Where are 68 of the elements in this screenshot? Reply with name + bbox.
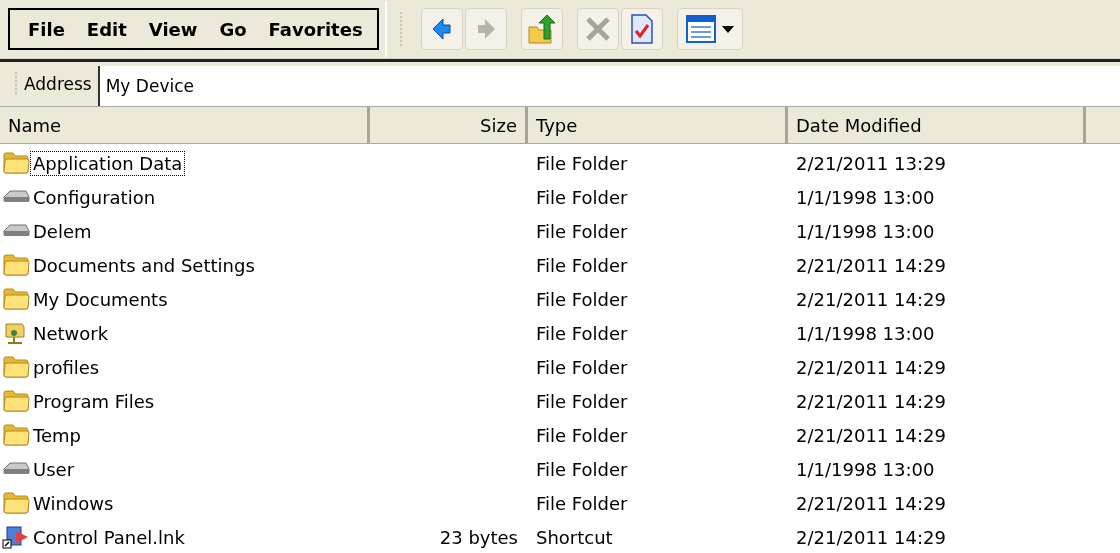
folder-icon xyxy=(2,151,30,175)
date-modified: 2/21/2011 14:29 xyxy=(796,424,946,446)
back-button[interactable] xyxy=(420,8,463,50)
date-modified: 2/21/2011 14:29 xyxy=(796,390,946,412)
date-modified: 2/21/2011 14:29 xyxy=(796,288,946,310)
column-header[interactable]: Date Modified xyxy=(788,107,1086,143)
menu-item[interactable]: File xyxy=(28,18,65,40)
file-name[interactable]: Documents and Settings xyxy=(30,252,258,278)
file-type: File Folder xyxy=(536,220,628,242)
caret-icon xyxy=(721,25,734,33)
file-type: File Folder xyxy=(536,424,628,446)
file-type: File Folder xyxy=(536,288,628,310)
up-folder-button[interactable] xyxy=(520,8,563,50)
delete-button[interactable] xyxy=(576,8,619,50)
address-label: Address xyxy=(24,74,92,94)
file-type: File Folder xyxy=(536,492,628,514)
file-name[interactable]: Delem xyxy=(30,218,95,244)
menu-item[interactable]: Go xyxy=(219,18,247,40)
column-header[interactable]: Type xyxy=(528,107,788,143)
file-type: File Folder xyxy=(536,458,628,480)
date-modified: 2/21/2011 14:29 xyxy=(796,356,946,378)
file-type: File Folder xyxy=(536,254,628,276)
file-type: File Folder xyxy=(536,152,628,174)
column-header[interactable]: Size xyxy=(370,107,528,143)
file-name[interactable]: Configuration xyxy=(30,184,159,210)
file-name[interactable]: profiles xyxy=(30,354,103,380)
date-modified: 1/1/1998 13:00 xyxy=(796,220,935,242)
date-modified: 2/21/2011 14:29 xyxy=(796,492,946,514)
left-arrow-icon xyxy=(431,18,452,40)
folder-icon xyxy=(2,423,30,447)
date-modified: 1/1/1998 13:00 xyxy=(796,186,935,208)
folder-icon xyxy=(2,491,30,515)
date-modified: 1/1/1998 13:00 xyxy=(796,322,935,344)
file-type: Shortcut xyxy=(536,526,613,548)
right-arrow-icon xyxy=(475,18,496,40)
folder-icon xyxy=(2,287,30,311)
date-modified: 2/21/2011 13:29 xyxy=(796,152,946,174)
folder-up-icon xyxy=(526,13,557,45)
view-menu-button[interactable] xyxy=(676,8,743,50)
file-name[interactable]: Control Panel.lnk xyxy=(30,524,188,550)
file-type: File Folder xyxy=(536,186,628,208)
file-type: File Folder xyxy=(536,390,628,412)
file-name[interactable]: Application Data xyxy=(30,150,186,176)
folder-icon xyxy=(2,355,30,379)
gripper-icon xyxy=(398,10,405,48)
file-name[interactable]: Temp xyxy=(30,422,84,448)
close-icon xyxy=(584,16,611,42)
column-header[interactable]: Name xyxy=(0,107,370,143)
file-name[interactable]: User xyxy=(30,456,78,482)
file-name[interactable]: Windows xyxy=(30,490,117,516)
file-name[interactable]: My Documents xyxy=(30,286,171,312)
file-name[interactable]: Program Files xyxy=(30,388,158,414)
folder-icon xyxy=(2,253,30,277)
properties-button[interactable] xyxy=(620,8,663,50)
checked-document-icon xyxy=(629,14,654,44)
address-field[interactable]: My Device xyxy=(97,66,1120,106)
file-size: 23 bytes xyxy=(439,526,518,548)
menu-item[interactable]: Edit xyxy=(86,18,127,40)
file-type: File Folder xyxy=(536,356,628,378)
menu-item[interactable]: View xyxy=(148,18,198,40)
list-view-icon xyxy=(685,15,716,43)
date-modified: 1/1/1998 13:00 xyxy=(796,458,935,480)
date-modified: 2/21/2011 14:29 xyxy=(796,254,946,276)
file-name[interactable]: Network xyxy=(30,320,112,346)
file-type: File Folder xyxy=(536,322,628,344)
date-modified: 2/21/2011 14:29 xyxy=(796,526,946,548)
menu-item[interactable]: Favorites xyxy=(268,18,363,40)
folder-icon xyxy=(2,389,30,413)
